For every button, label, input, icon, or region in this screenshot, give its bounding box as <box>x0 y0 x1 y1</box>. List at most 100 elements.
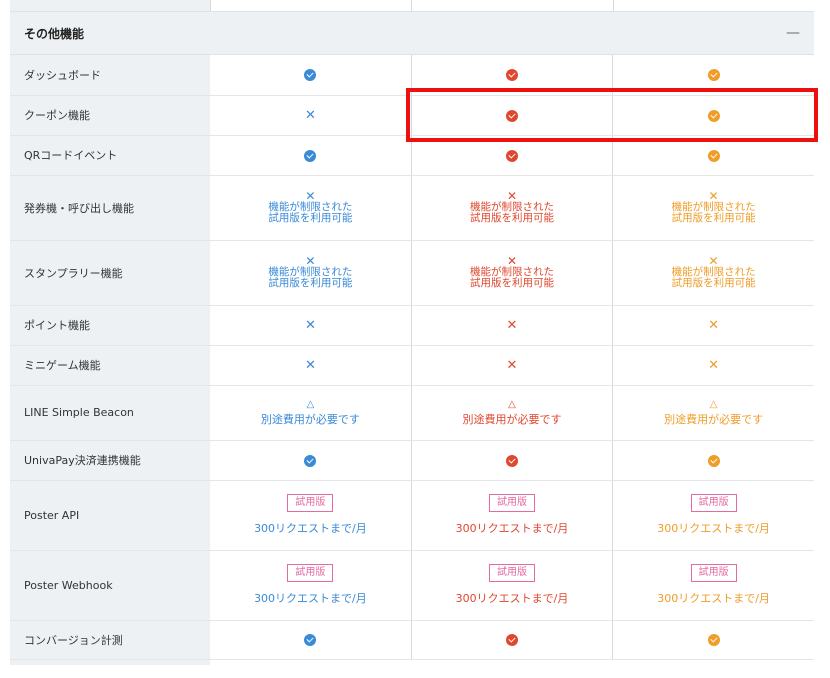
triangle-icon: △ <box>709 398 718 410</box>
plan-cell <box>612 440 814 481</box>
cross-icon: ✕ <box>506 317 518 333</box>
feature-label: LINE Simple Beacon <box>10 385 210 441</box>
limited-line2: 試用版を利用可能 <box>268 212 353 224</box>
limited-line2: 試用版を利用可能 <box>671 212 756 224</box>
table-row: スタンプラリー機能 ✕ 機能が制限された 試用版を利用可能 ✕ 機能が制限された 試用版を利… <box>10 240 814 306</box>
triangle-icon: △ <box>508 398 516 410</box>
plan-cell <box>411 135 614 176</box>
trial-badge: 試用版 <box>287 564 334 582</box>
feature-comparison: その他機能 — ダッシュボード クーポン機能 ✕ QRコードイベント 発券機・呼び出し機… <box>10 0 814 665</box>
cross-icon: ✕ <box>304 357 316 373</box>
section-header[interactable]: その他機能 — <box>10 11 814 55</box>
plan-cell: 試用版 300リクエストまで/月 <box>612 480 814 551</box>
table-row: ポイント機能 ✕ ✕ ✕ <box>10 305 814 346</box>
bottom-strip <box>10 659 814 665</box>
plan-cell <box>411 95 614 136</box>
feature-label: UnivaPay決済連携機能 <box>10 440 210 481</box>
plan-cell <box>411 620 614 660</box>
fee-text: 別途費用が必要です <box>462 412 562 426</box>
plan-cell <box>612 620 814 660</box>
plan-cell: ✕ 機能が制限された 試用版を利用可能 <box>612 175 814 241</box>
check-circle-icon <box>304 69 317 82</box>
feature-label: ダッシュボード <box>10 55 210 96</box>
cross-icon: ✕ <box>304 107 316 123</box>
trial-badge: 試用版 <box>690 564 737 582</box>
plan-cell: ✕ <box>612 305 814 346</box>
fee-note: △ 別途費用が必要です <box>210 399 411 427</box>
feature-label: スタンプラリー機能 <box>10 240 210 306</box>
trial-badge: 試用版 <box>287 494 334 512</box>
top-strip <box>10 0 814 11</box>
feature-label: 発券機・呼び出し機能 <box>10 175 210 241</box>
limited-note: ✕ 機能が制限された 試用版を利用可能 <box>412 190 612 224</box>
table-row: ダッシュボード <box>10 55 814 96</box>
table-row: LINE Simple Beacon △ 別途費用が必要です △ 別途費用が必要です △ 別… <box>10 385 814 441</box>
feature-table: ダッシュボード クーポン機能 ✕ QRコードイベント 発券機・呼び出し機能 ✕ 機能が制限さ… <box>10 55 814 660</box>
check-circle-icon <box>505 109 518 122</box>
check-circle-icon <box>505 149 518 162</box>
plan-cell <box>411 440 614 481</box>
check-circle-icon <box>505 69 518 82</box>
request-limit: 300リクエストまで/月 <box>254 522 367 535</box>
fee-text: 別途費用が必要です <box>260 412 360 426</box>
feature-label: QRコードイベント <box>10 135 210 176</box>
check-circle-icon <box>707 634 720 646</box>
request-limit: 300リクエストまで/月 <box>455 522 569 535</box>
table-row: コンバージョン計測 <box>10 620 814 660</box>
check-circle-icon <box>505 634 518 646</box>
plan-cell <box>612 95 814 136</box>
plan-cell: ✕ 機能が制限された 試用版を利用可能 <box>411 240 614 306</box>
table-row: Poster Webhook 試用版 300リクエストまで/月 試用版 300リクエスト… <box>10 550 814 621</box>
plan-cell <box>210 440 412 481</box>
plan-cell <box>612 55 814 96</box>
plan-cell <box>411 55 614 96</box>
check-circle-icon <box>707 149 720 162</box>
limited-note: ✕ 機能が制限された 試用版を利用可能 <box>210 255 411 289</box>
collapse-toggle[interactable]: — <box>786 25 800 41</box>
section-title: その他機能 <box>24 26 85 41</box>
plan-cell: 試用版 300リクエストまで/月 <box>411 550 614 621</box>
plan-cell: ✕ 機能が制限された 試用版を利用可能 <box>612 240 814 306</box>
request-limit: 300リクエストまで/月 <box>657 592 770 605</box>
table-row: UnivaPay決済連携機能 <box>10 440 814 481</box>
plan-cell: ✕ <box>210 345 412 386</box>
table-row: 発券機・呼び出し機能 ✕ 機能が制限された 試用版を利用可能 ✕ 機能が制限された 試用版を… <box>10 175 814 241</box>
check-circle-icon <box>707 109 720 122</box>
plan-cell: △ 別途費用が必要です <box>612 385 814 441</box>
table-row: ミニゲーム機能 ✕ ✕ ✕ <box>10 345 814 386</box>
feature-label: Poster Webhook <box>10 550 210 621</box>
plan-cell: ✕ <box>411 345 614 386</box>
plan-cell: ✕ <box>411 305 614 346</box>
plan-cell: 試用版 300リクエストまで/月 <box>210 550 412 621</box>
limited-line2: 試用版を利用可能 <box>469 277 554 289</box>
plan-cell <box>210 620 412 660</box>
plan-cell: 試用版 300リクエストまで/月 <box>411 480 614 551</box>
plan-cell: ✕ 機能が制限された 試用版を利用可能 <box>210 240 412 306</box>
table-row: QRコードイベント <box>10 135 814 176</box>
fee-note: △ 別途費用が必要です <box>412 399 612 427</box>
plan-cell: ✕ <box>612 345 814 386</box>
plan-cell: △ 別途費用が必要です <box>411 385 614 441</box>
limited-line2: 試用版を利用可能 <box>469 212 554 224</box>
request-limit: 300リクエストまで/月 <box>254 592 367 605</box>
check-circle-icon <box>707 69 720 82</box>
request-limit: 300リクエストまで/月 <box>455 592 569 605</box>
plan-cell: 試用版 300リクエストまで/月 <box>210 480 412 551</box>
table-row: Poster API 試用版 300リクエストまで/月 試用版 300リクエストまで/月… <box>10 480 814 551</box>
plan-cell <box>210 135 412 176</box>
limited-note: ✕ 機能が制限された 試用版を利用可能 <box>412 255 612 289</box>
cross-icon: ✕ <box>506 357 518 373</box>
feature-label: クーポン機能 <box>10 95 210 136</box>
trial-badge: 試用版 <box>488 494 535 512</box>
fee-note: △ 別途費用が必要です <box>613 399 814 427</box>
feature-label: Poster API <box>10 480 210 551</box>
check-circle-icon <box>304 149 317 162</box>
cross-icon: ✕ <box>304 317 316 333</box>
table-row: クーポン機能 ✕ <box>10 95 814 136</box>
limited-note: ✕ 機能が制限された 試用版を利用可能 <box>613 190 814 224</box>
cross-icon: ✕ <box>708 317 720 333</box>
request-limit: 300リクエストまで/月 <box>657 522 770 535</box>
fee-text: 別途費用が必要です <box>664 412 764 426</box>
limited-line2: 試用版を利用可能 <box>268 277 353 289</box>
check-circle-icon <box>505 454 518 467</box>
